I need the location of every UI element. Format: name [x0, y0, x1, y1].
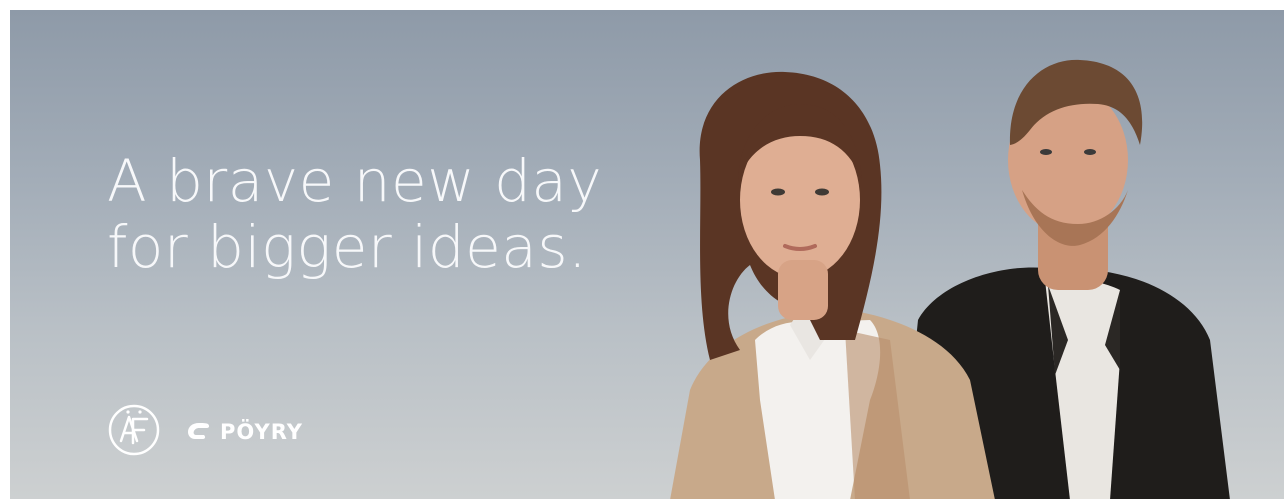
- headline: A brave new day for bigger ideas.: [107, 148, 602, 280]
- banner: A brave new day for bigger ideas. PÖYRY: [10, 10, 1284, 499]
- woman-figure: [670, 71, 995, 499]
- headline-line-1: A brave new day: [107, 147, 603, 215]
- poyry-swirl-icon: [188, 423, 210, 439]
- af-monogram-icon: [108, 404, 160, 456]
- people-photo: [670, 59, 1230, 499]
- headline-line-2: for bigger ideas.: [107, 213, 588, 281]
- poyry-wordmark: PÖYRY: [220, 420, 303, 444]
- poyry-logo: PÖYRY: [186, 420, 303, 444]
